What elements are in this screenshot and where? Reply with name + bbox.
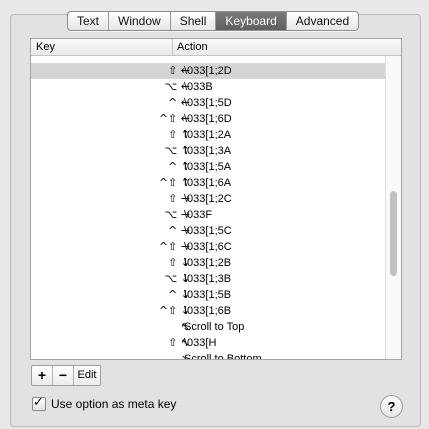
table-row[interactable]: ⇧ ↖ \033[H [31,335,401,351]
action-cell: \033F [184,209,213,221]
action-cell: \033[1;6B [184,305,232,317]
action-cell: \033[1;5D [184,97,232,109]
tab-bar: Text Window Shell Keyboard Advanced [67,11,360,31]
action-cell: \033[1;2C [184,193,232,205]
table-row[interactable]: ⌥ ← \033B [31,79,401,95]
table-header: Key Action [31,39,401,56]
vertical-scrollbar[interactable] [385,56,401,359]
action-cell: \033[1;6A [184,177,232,189]
table-row[interactable]: ⇧ ↓ \033[1;2B [31,255,401,271]
table-row[interactable]: ^⇧ ↓ \033[1;6B [31,303,401,319]
action-cell: \033[1;5A [184,161,232,173]
action-cell: \033[1;6D [184,113,232,125]
action-cell: \033[1;3B [184,273,232,285]
table-row[interactable]: ⌥ ↓ \033[1;3B [31,271,401,287]
remove-button[interactable]: − [53,366,74,385]
table-row[interactable]: ⇧ ↑ \033[1;2A [31,127,401,143]
tab-advanced[interactable]: Advanced [287,12,358,30]
table-row[interactable]: ⇧ → \033[1;2C [31,191,401,207]
help-button[interactable]: ? [380,395,403,418]
scrollbar-thumb[interactable] [390,191,397,276]
action-cell: \033[1;5C [184,225,232,237]
action-cell: Scroll to Bottom [184,353,262,360]
table-button-bar: + − Edit [31,365,101,386]
table-row[interactable]: ⇧ ← \033[1;2D [31,63,401,79]
table-row[interactable]: ^⇧ ↑ \033[1;6A [31,175,401,191]
action-cell: \033[1;2A [184,129,232,141]
table-row[interactable]: ^ ↓ \033[1;5B [31,287,401,303]
table-row[interactable]: ^⇧ ← \033[1;6D [31,111,401,127]
column-header-key[interactable]: Key [36,39,55,55]
table-row[interactable]: ↖ Scroll to Top [31,319,401,335]
column-header-action[interactable]: Action [172,39,208,55]
table-row[interactable]: ^⇧ → \033[1;6C [31,239,401,255]
table-row[interactable]: ^ ↑ \033[1;5A [31,159,401,175]
option-meta-label: Use option as meta key [51,397,177,411]
action-cell: \033[1;3A [184,145,232,157]
action-cell: \033[1;6C [184,241,232,253]
tab-keyboard[interactable]: Keyboard [216,12,287,30]
table-row[interactable]: ^ → \033[1;5C [31,223,401,239]
action-cell: \033B [184,81,213,93]
action-cell: \033[1;2B [184,257,232,269]
tab-text[interactable]: Text [68,12,110,30]
edit-button[interactable]: Edit [74,366,100,385]
tab-shell[interactable]: Shell [171,12,217,30]
key-bindings-table[interactable]: Key Action ⇧ ← \033[1;2D ⌥ ← \033B ^ ← \033[1… [30,38,402,360]
table-row[interactable]: ↘ Scroll to Bottom [31,351,401,360]
table-row[interactable]: ⌥ ↑ \033[1;3A [31,143,401,159]
add-button[interactable]: + [32,366,53,385]
option-meta-checkbox[interactable]: ✓ Use option as meta key [32,395,177,411]
action-cell: \033[1;5B [184,289,232,301]
action-cell: Scroll to Top [184,321,245,333]
table-row[interactable]: ^ ← \033[1;5D [31,95,401,111]
tab-window[interactable]: Window [109,12,171,30]
table-rows: ⇧ ← \033[1;2D ⌥ ← \033B ^ ← \033[1;5D ^⇧ ← \033… [31,56,401,359]
checkbox-box[interactable]: ✓ [32,395,46,411]
checkmark-icon: ✓ [33,395,44,410]
action-cell: \033[H [184,337,217,349]
action-cell: \033[1;2D [184,65,232,77]
table-row[interactable]: ⌥ → \033F [31,207,401,223]
